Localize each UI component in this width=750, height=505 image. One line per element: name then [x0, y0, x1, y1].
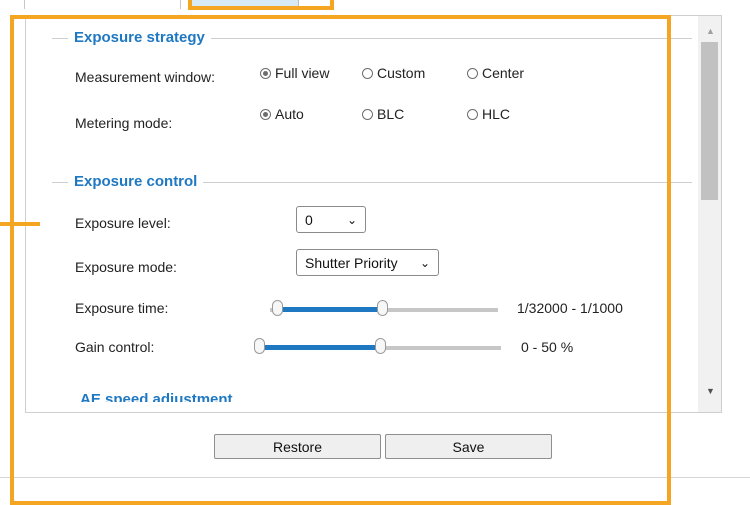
- exposure-mode-label: Exposure mode:: [75, 259, 177, 275]
- restore-button[interactable]: Restore: [214, 434, 381, 459]
- slider-fill: [259, 345, 380, 350]
- tab-separator: [180, 0, 181, 9]
- slider-fill: [276, 307, 382, 312]
- radio-unselected-icon: [362, 108, 373, 120]
- gain-control-slider[interactable]: [254, 338, 501, 354]
- metering-mode-label: Metering mode:: [75, 115, 173, 131]
- radio-selected-icon: [260, 108, 271, 120]
- gain-control-label: Gain control:: [75, 339, 155, 355]
- section-title-exposure-strategy: Exposure strategy: [68, 29, 211, 46]
- radio-unselected-icon: [467, 108, 478, 120]
- chevron-down-icon: ⌄: [346, 212, 357, 227]
- chevron-down-icon: ⌄: [419, 255, 430, 270]
- section-title-exposure-control: Exposure control: [68, 173, 204, 190]
- radio-unselected-icon: [362, 67, 373, 79]
- scroll-down-arrow-icon[interactable]: ▼: [706, 386, 715, 396]
- radio-auto[interactable]: Auto: [260, 106, 304, 122]
- radio-full-view[interactable]: Full view: [260, 65, 329, 81]
- slider-handle-low[interactable]: [254, 338, 265, 354]
- radio-unselected-icon: [467, 67, 478, 79]
- radio-selected-icon: [260, 67, 271, 79]
- active-tab-highlight: [188, 0, 334, 10]
- scrollbar-thumb[interactable]: [701, 42, 718, 200]
- exposure-level-label: Exposure level:: [75, 215, 171, 231]
- footer-divider: [0, 477, 750, 478]
- save-button[interactable]: Save: [385, 434, 552, 459]
- section-title-ae-speed: AE speed adjustment: [80, 391, 233, 402]
- radio-blc[interactable]: BLC: [362, 106, 404, 122]
- exposure-mode-select[interactable]: Shutter Priority ⌄: [296, 249, 439, 276]
- exposure-time-slider[interactable]: [270, 300, 498, 316]
- slider-handle-low[interactable]: [271, 300, 283, 316]
- highlight-pointer: [0, 222, 40, 226]
- gain-control-range: 0 - 50 %: [521, 339, 574, 355]
- radio-custom[interactable]: Custom: [362, 65, 425, 81]
- slider-handle-high[interactable]: [376, 300, 388, 316]
- slider-handle-high[interactable]: [375, 338, 386, 354]
- tab-edge: [24, 0, 25, 9]
- scroll-up-arrow-icon[interactable]: ▲: [706, 26, 715, 36]
- exposure-time-range: 1/32000 - 1/1000: [517, 300, 623, 316]
- exposure-time-label: Exposure time:: [75, 300, 169, 316]
- radio-hlc[interactable]: HLC: [467, 106, 510, 122]
- exposure-level-select[interactable]: 0 ⌄: [296, 206, 366, 233]
- radio-center[interactable]: Center: [467, 65, 524, 81]
- measurement-window-label: Measurement window:: [75, 69, 216, 85]
- clipped-section: AE speed adjustment: [80, 380, 680, 402]
